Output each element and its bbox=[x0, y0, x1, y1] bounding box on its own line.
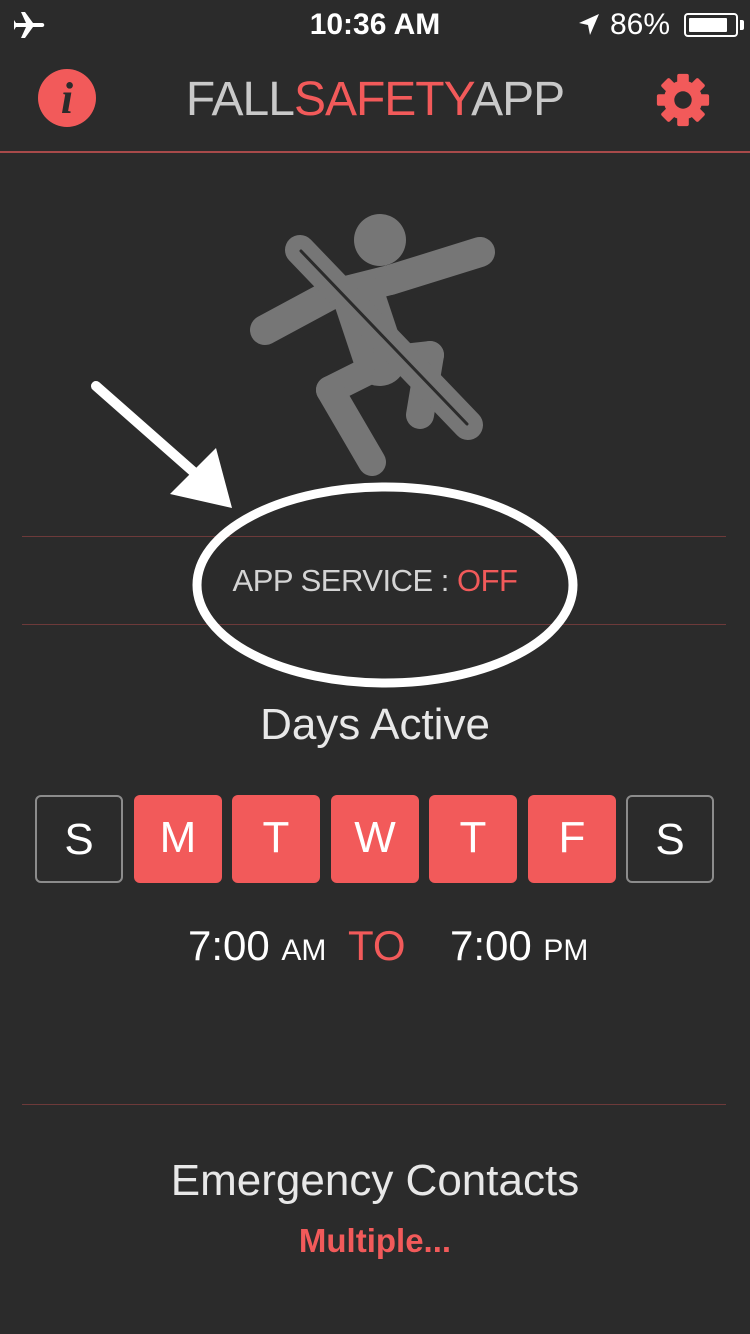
service-status-value: OFF bbox=[456, 563, 518, 598]
day-button[interactable]: T bbox=[429, 795, 517, 883]
divider-top bbox=[22, 536, 726, 537]
title-app: APP bbox=[471, 73, 565, 126]
arrow-icon bbox=[91, 381, 232, 508]
person-falling-icon bbox=[250, 214, 495, 476]
day-button[interactable]: W bbox=[331, 795, 419, 883]
divider-bottom bbox=[22, 624, 726, 625]
battery-fill bbox=[689, 18, 727, 32]
days-active-heading: Days Active bbox=[260, 700, 490, 749]
service-label: APP SERVICE : bbox=[232, 563, 457, 598]
start-time[interactable]: 7:00 AM bbox=[188, 922, 326, 970]
settings-button[interactable] bbox=[654, 71, 712, 129]
gear-icon bbox=[656, 73, 710, 127]
day-button[interactable]: S bbox=[626, 795, 714, 883]
emergency-contacts-value[interactable]: Multiple... bbox=[0, 1222, 750, 1260]
battery-icon bbox=[684, 13, 738, 37]
battery-tip bbox=[740, 20, 744, 30]
divider-contacts bbox=[22, 1104, 726, 1105]
day-button[interactable]: M bbox=[134, 795, 222, 883]
app-title: FALLSAFETYAPP bbox=[0, 72, 750, 127]
nav-divider bbox=[0, 151, 750, 153]
day-button[interactable]: T bbox=[232, 795, 320, 883]
title-fall: FALL bbox=[185, 73, 295, 126]
end-time-period: PM bbox=[543, 934, 589, 967]
end-time-value: 7:00 bbox=[450, 922, 532, 969]
app-service-status[interactable]: APP SERVICE : OFF bbox=[0, 563, 750, 599]
to-label: TO bbox=[348, 922, 406, 969]
battery-percent: 86% bbox=[609, 8, 670, 41]
end-time[interactable]: 7:00 PM bbox=[450, 922, 588, 970]
location-arrow-icon bbox=[579, 14, 599, 35]
start-time-period: AM bbox=[281, 934, 327, 967]
status-bar: 10:36 AM 86% bbox=[0, 0, 750, 50]
title-safety: SAFETY bbox=[293, 73, 472, 126]
start-time-value: 7:00 bbox=[188, 922, 270, 969]
day-button[interactable]: S bbox=[35, 795, 123, 883]
day-button[interactable]: F bbox=[528, 795, 616, 883]
emergency-contacts-heading: Emergency Contacts bbox=[170, 1156, 580, 1205]
